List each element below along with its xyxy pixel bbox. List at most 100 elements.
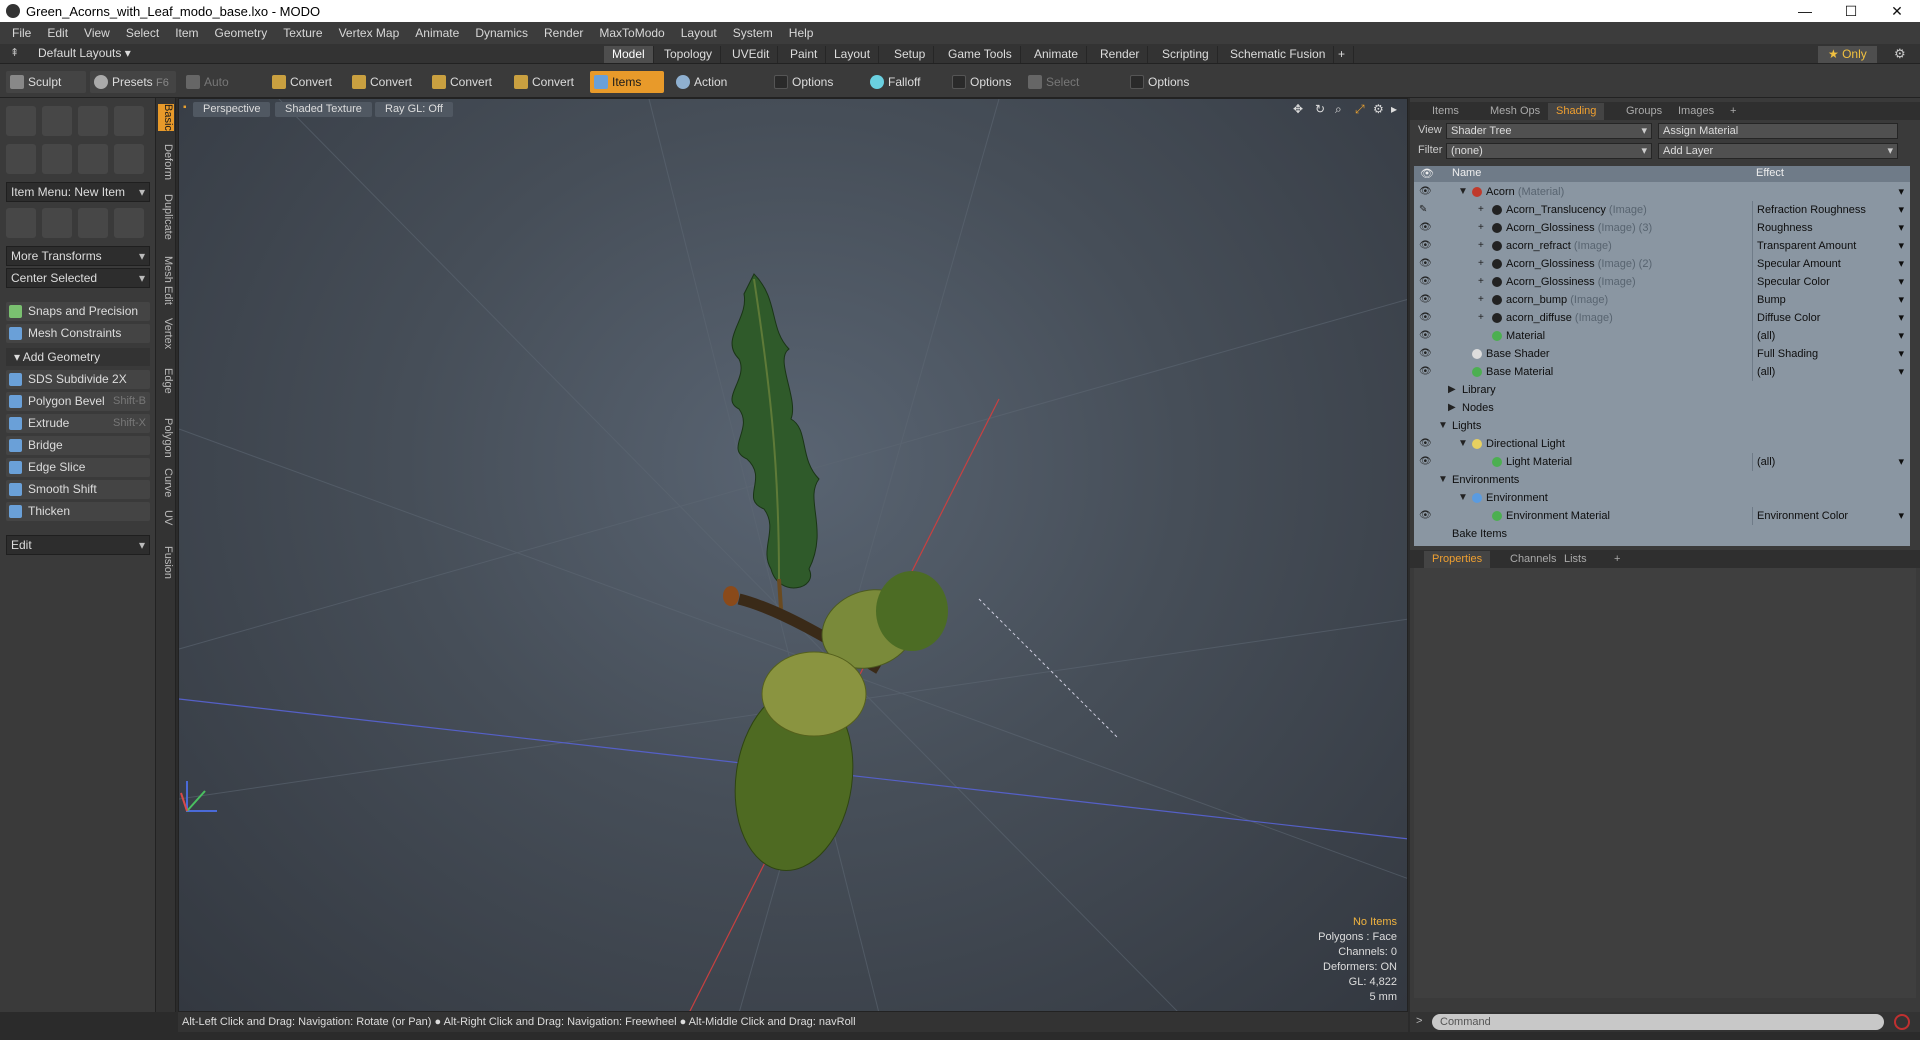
layout-pin-icon[interactable]: ⇞ [10, 46, 19, 59]
tool-polygon-bevel[interactable]: Polygon Bevel Shift-B [6, 392, 150, 411]
torus-primitive-icon[interactable] [6, 144, 36, 174]
shader-tree-row[interactable]: ▶ Library [1414, 381, 1910, 399]
layer-effect[interactable]: Refraction Roughness [1752, 201, 1908, 219]
add-geometry-header[interactable]: ▾ Add Geometry [6, 348, 150, 366]
layout-tab-[interactable]: + [1330, 46, 1355, 63]
shader-tree-row[interactable]: 👁 Environment Material Environment Color [1414, 507, 1910, 525]
expand-icon[interactable]: + [1478, 201, 1484, 219]
view-dropdown[interactable]: Shader Tree [1446, 123, 1652, 139]
tool-smooth-shift[interactable]: Smooth Shift [6, 480, 150, 499]
layer-effect[interactable]: Bump [1752, 291, 1908, 309]
shader-tree-row[interactable]: Bake Items [1414, 525, 1910, 543]
layer-effect[interactable]: Diffuse Color [1752, 309, 1908, 327]
shader-tree-row[interactable]: 👁 + Acorn_Glossiness (Image) (3) Roughness [1414, 219, 1910, 237]
panel-tab-lists[interactable]: Lists [1556, 551, 1595, 568]
panel-tab-shading[interactable]: Shading [1548, 103, 1605, 120]
layer-effect[interactable]: Roughness [1752, 219, 1908, 237]
convert-items-button[interactable]: Convert [510, 71, 584, 93]
shader-tree-row[interactable]: 👁 Base Material (all) [1414, 363, 1910, 381]
menu-item-dynamics[interactable]: Dynamics [467, 26, 536, 40]
layer-effect[interactable]: (all) [1752, 453, 1908, 471]
zoom-view-icon[interactable]: ⌕ [1335, 102, 1342, 117]
menu-item-help[interactable]: Help [781, 26, 822, 40]
eye-icon[interactable]: 👁 [1419, 456, 1432, 468]
layout-tab-topology[interactable]: Topology [656, 46, 722, 63]
expand-icon[interactable]: + [1478, 273, 1484, 291]
grid-icon[interactable] [42, 208, 72, 238]
layer-effect[interactable]: Specular Color [1752, 273, 1908, 291]
menu-item-view[interactable]: View [76, 26, 118, 40]
expand-icon[interactable]: ▶ [1448, 381, 1456, 399]
add-layer-dropdown[interactable]: Add Layer [1658, 143, 1898, 159]
shader-tree-row[interactable]: 👁 Light Material (all) [1414, 453, 1910, 471]
menu-item-edit[interactable]: Edit [39, 26, 76, 40]
shader-tree-row[interactable]: 👁 + acorn_diffuse (Image) Diffuse Color [1414, 309, 1910, 327]
pencil-icon[interactable]: ✎ [1419, 204, 1431, 216]
snaps-precision-button[interactable]: Snaps and Precision [6, 302, 150, 321]
menu-item-maxtomodo[interactable]: MaxToModo [591, 26, 672, 40]
shaded-texture-button[interactable]: Shaded Texture [275, 102, 372, 117]
action-center-button[interactable]: Action Center [672, 71, 768, 111]
items-mode-button[interactable]: Items [590, 71, 664, 93]
shader-tree-row[interactable]: 👁 Base Shader Full Shading [1414, 345, 1910, 363]
panel-tab-[interactable]: + [1606, 551, 1628, 568]
pyramid-icon[interactable] [114, 208, 144, 238]
only-toggle[interactable]: ★ Only [1818, 46, 1877, 63]
layer-effect[interactable]: Environment Color [1752, 507, 1908, 525]
viewport-expand-icon[interactable]: ▸ [1391, 102, 1397, 116]
expand-icon[interactable]: + [1478, 291, 1484, 309]
vtab-basic[interactable]: Basic [158, 104, 174, 131]
filter-dropdown[interactable]: (none) [1446, 143, 1652, 159]
menu-item-animate[interactable]: Animate [407, 26, 467, 40]
eye-icon[interactable]: 👁 [1419, 276, 1432, 288]
effect-column-header[interactable]: Effect [1756, 167, 1784, 179]
eye-icon[interactable]: 👁 [1419, 186, 1432, 198]
expand-icon[interactable]: ▼ [1438, 417, 1448, 435]
vtab-edge[interactable]: Edge [158, 368, 174, 394]
vtab-curve[interactable]: Curve [158, 468, 174, 497]
command-input[interactable]: Command [1432, 1014, 1884, 1030]
tool-edge-slice[interactable]: Edge Slice [6, 458, 150, 477]
layer-effect[interactable]: Transparent Amount [1752, 237, 1908, 255]
close-icon[interactable]: ✕ [1874, 0, 1920, 22]
default-layouts-dropdown[interactable]: Default Layouts ▾ [38, 46, 131, 60]
tube-primitive-icon[interactable] [42, 144, 72, 174]
menu-item-item[interactable]: Item [167, 26, 206, 40]
shader-tree-row[interactable]: ▼ Lights [1414, 417, 1910, 435]
menu-item-select[interactable]: Select [118, 26, 167, 40]
select-through-options-button[interactable]: Options [1126, 71, 1206, 93]
vtab-deform[interactable]: Deform [158, 144, 174, 180]
expand-icon[interactable]: ▼ [1458, 435, 1468, 453]
shader-tree-row[interactable]: 👁 + acorn_refract (Image) Transparent Amoun… [1414, 237, 1910, 255]
eye-icon[interactable]: 👁 [1419, 348, 1432, 360]
text-tool-icon[interactable] [114, 144, 144, 174]
shader-tree-row[interactable]: ▶ Nodes [1414, 399, 1910, 417]
rotate-view-icon[interactable]: ↻ [1315, 102, 1325, 116]
minimize-icon[interactable]: — [1782, 0, 1828, 22]
transform-gizmo-icon[interactable] [6, 208, 36, 238]
shader-tree-row[interactable]: 👁 ▼ Directional Light [1414, 435, 1910, 453]
item-menu-dropdown[interactable]: Item Menu: New Item [6, 182, 150, 202]
cone-primitive-icon[interactable] [114, 106, 144, 136]
menu-item-texture[interactable]: Texture [275, 26, 330, 40]
sculpt-button[interactable]: Sculpt [6, 71, 86, 93]
layer-effect[interactable]: Full Shading [1752, 345, 1908, 363]
maximize-icon[interactable]: ☐ [1828, 0, 1874, 22]
vtab-mesh-edit[interactable]: Mesh Edit [158, 256, 174, 305]
panel-tab-images[interactable]: Images [1670, 103, 1722, 120]
expand-icon[interactable]: ▼ [1438, 471, 1448, 489]
panel-tab-[interactable]: + [1722, 103, 1744, 120]
shader-tree-row[interactable]: 👁 Material (all) [1414, 327, 1910, 345]
panel-tab-properties[interactable]: Properties [1424, 551, 1491, 568]
vtab-fusion[interactable]: Fusion [158, 546, 174, 579]
layout-tab-paint[interactable]: Paint [782, 46, 827, 63]
expand-icon[interactable]: ▼ [1458, 183, 1468, 201]
layout-tab-animate[interactable]: Animate [1026, 46, 1088, 63]
layout-tab-scripting[interactable]: Scripting [1154, 46, 1218, 63]
layer-effect[interactable]: (all) [1752, 363, 1908, 381]
eye-icon[interactable]: 👁 [1419, 330, 1432, 342]
menu-item-file[interactable]: File [4, 26, 39, 40]
3d-viewport[interactable]: ▪ Perspective Shaded Texture Ray GL: Off… [178, 98, 1408, 1012]
eye-icon[interactable]: 👁 [1419, 240, 1432, 252]
layout-tab-uvedit[interactable]: UVEdit [724, 46, 779, 63]
